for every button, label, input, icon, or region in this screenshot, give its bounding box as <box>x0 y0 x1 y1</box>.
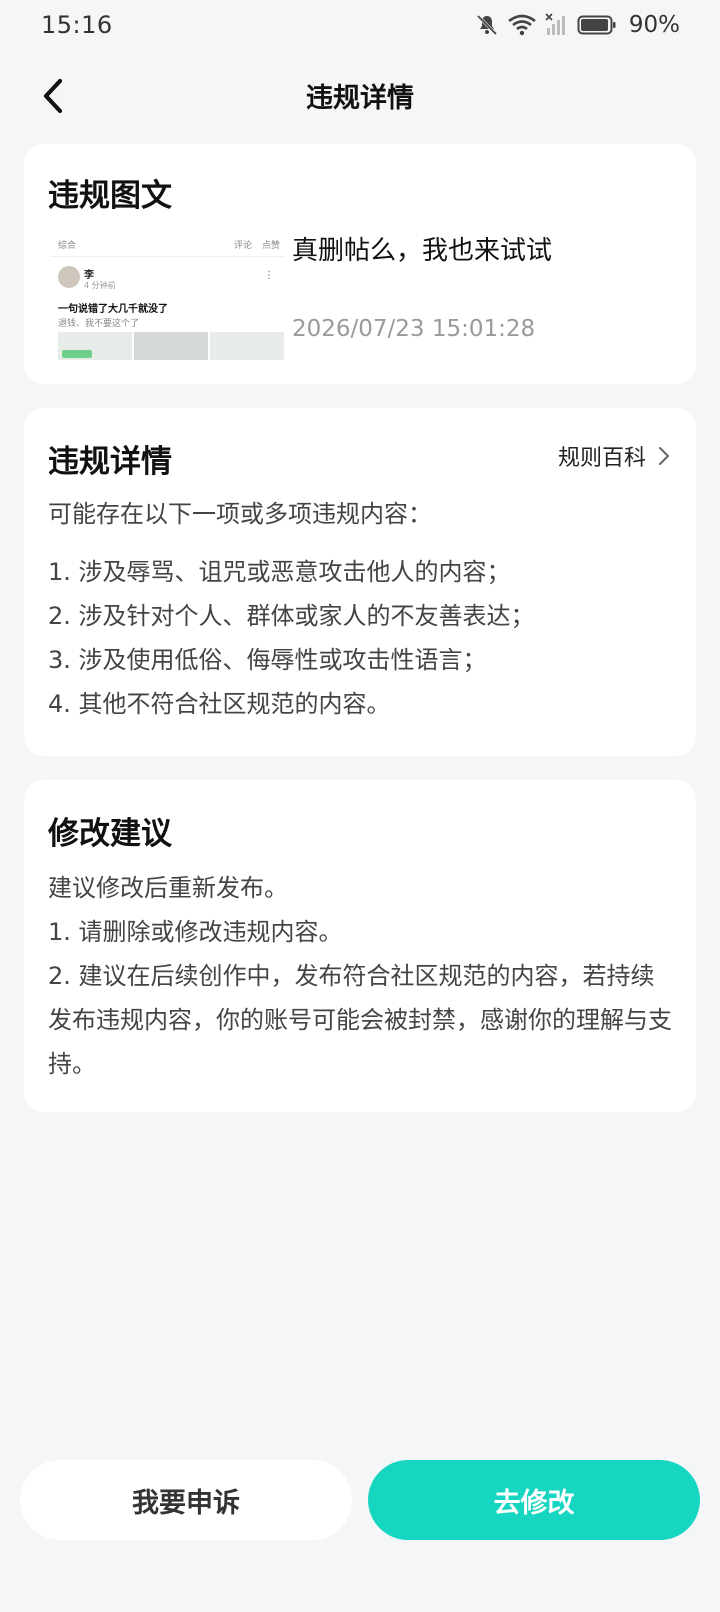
status-time: 15:16 <box>41 11 113 39</box>
violation-post-card: 违规图文 综合 评论 点赞 李 4 分钟前 ⋮ 一句说错了大几千就没了 退钱、我… <box>24 144 696 384</box>
thumbnail-like: 点赞 <box>261 241 280 251</box>
list-item: 3. 涉及使用低俗、侮辱性或攻击性语言； <box>48 646 487 674</box>
list-item: 4. 其他不符合社区规范的内容。 <box>48 690 391 718</box>
list-item: 1. 涉及辱骂、诅咒或恶意攻击他人的内容； <box>48 558 511 586</box>
violation-details-card: 违规详情 规则百科 可能存在以下一项或多项违规内容： 1. 涉及辱骂、诅咒或恶意… <box>24 408 696 756</box>
page-title: 违规详情 <box>306 82 414 114</box>
signal-icon <box>545 13 565 35</box>
thumbnail-subline: 退钱、我不要这个了 <box>58 319 140 329</box>
suggestions-card: 修改建议 建议修改后重新发布。 1. 请删除或修改违规内容。 2. 建议在后续创… <box>24 780 696 1112</box>
rules-link-label: 规则百科 <box>557 446 646 471</box>
appeal-button[interactable]: 我要申诉 <box>20 1460 352 1540</box>
bell-muted-icon <box>476 14 497 36</box>
violation-details-title: 违规详情 <box>48 444 172 480</box>
violation-list: 1. 涉及辱骂、诅咒或恶意攻击他人的内容； 2. 涉及针对个人、群体或家人的不友… <box>48 550 672 726</box>
thumbnail-user-name: 李 <box>84 270 94 281</box>
status-icons: 90% <box>475 12 680 38</box>
nav-bar: 违规详情 <box>0 62 720 128</box>
thumbnail-user-time: 4 分钟前 <box>84 281 116 290</box>
post-text: 真删帖么，我也来试试 <box>292 236 553 266</box>
battery-percentage: 90% <box>628 12 680 38</box>
rules-encyclopedia-link[interactable]: 规则百科 <box>558 440 670 472</box>
thumbnail-tab: 综合 <box>58 241 77 251</box>
list-item: 2. 涉及针对个人、群体或家人的不友善表达； <box>48 602 535 630</box>
thumbnail-comment: 评论 <box>233 241 252 251</box>
chevron-left-icon <box>43 78 63 114</box>
more-icon: ⋮ <box>264 270 274 281</box>
suggestions-title: 修改建议 <box>48 816 172 852</box>
suggestions-body: 建议修改后重新发布。 1. 请删除或修改违规内容。 2. 建议在后续创作中，发布… <box>48 866 672 1086</box>
thumbnail-avatar <box>58 266 80 288</box>
suggestion-line: 2. 建议在后续创作中，发布符合社区规范的内容，若持续发布违规内容，你的账号可能… <box>48 962 672 1078</box>
violation-intro: 可能存在以下一项或多项违规内容： <box>48 500 432 528</box>
suggestion-line: 1. 请删除或修改违规内容。 <box>48 918 343 946</box>
post-timestamp: 2026/07/23 15:01:28 <box>292 316 536 342</box>
post-thumbnail[interactable]: 综合 评论 点赞 李 4 分钟前 ⋮ 一句说错了大几千就没了 退钱、我不要这个了 <box>50 230 284 360</box>
back-button[interactable] <box>28 70 80 122</box>
violation-post-title: 违规图文 <box>48 178 172 214</box>
thumbnail-headline: 一句说错了大几千就没了 <box>58 304 168 315</box>
battery-icon <box>577 15 616 35</box>
edit-button[interactable]: 去修改 <box>368 1460 700 1540</box>
status-bar: 15:16 90% <box>0 0 720 50</box>
suggestion-line: 建议修改后重新发布。 <box>48 874 288 902</box>
chevron-right-icon <box>659 447 669 465</box>
wifi-icon <box>508 14 536 36</box>
